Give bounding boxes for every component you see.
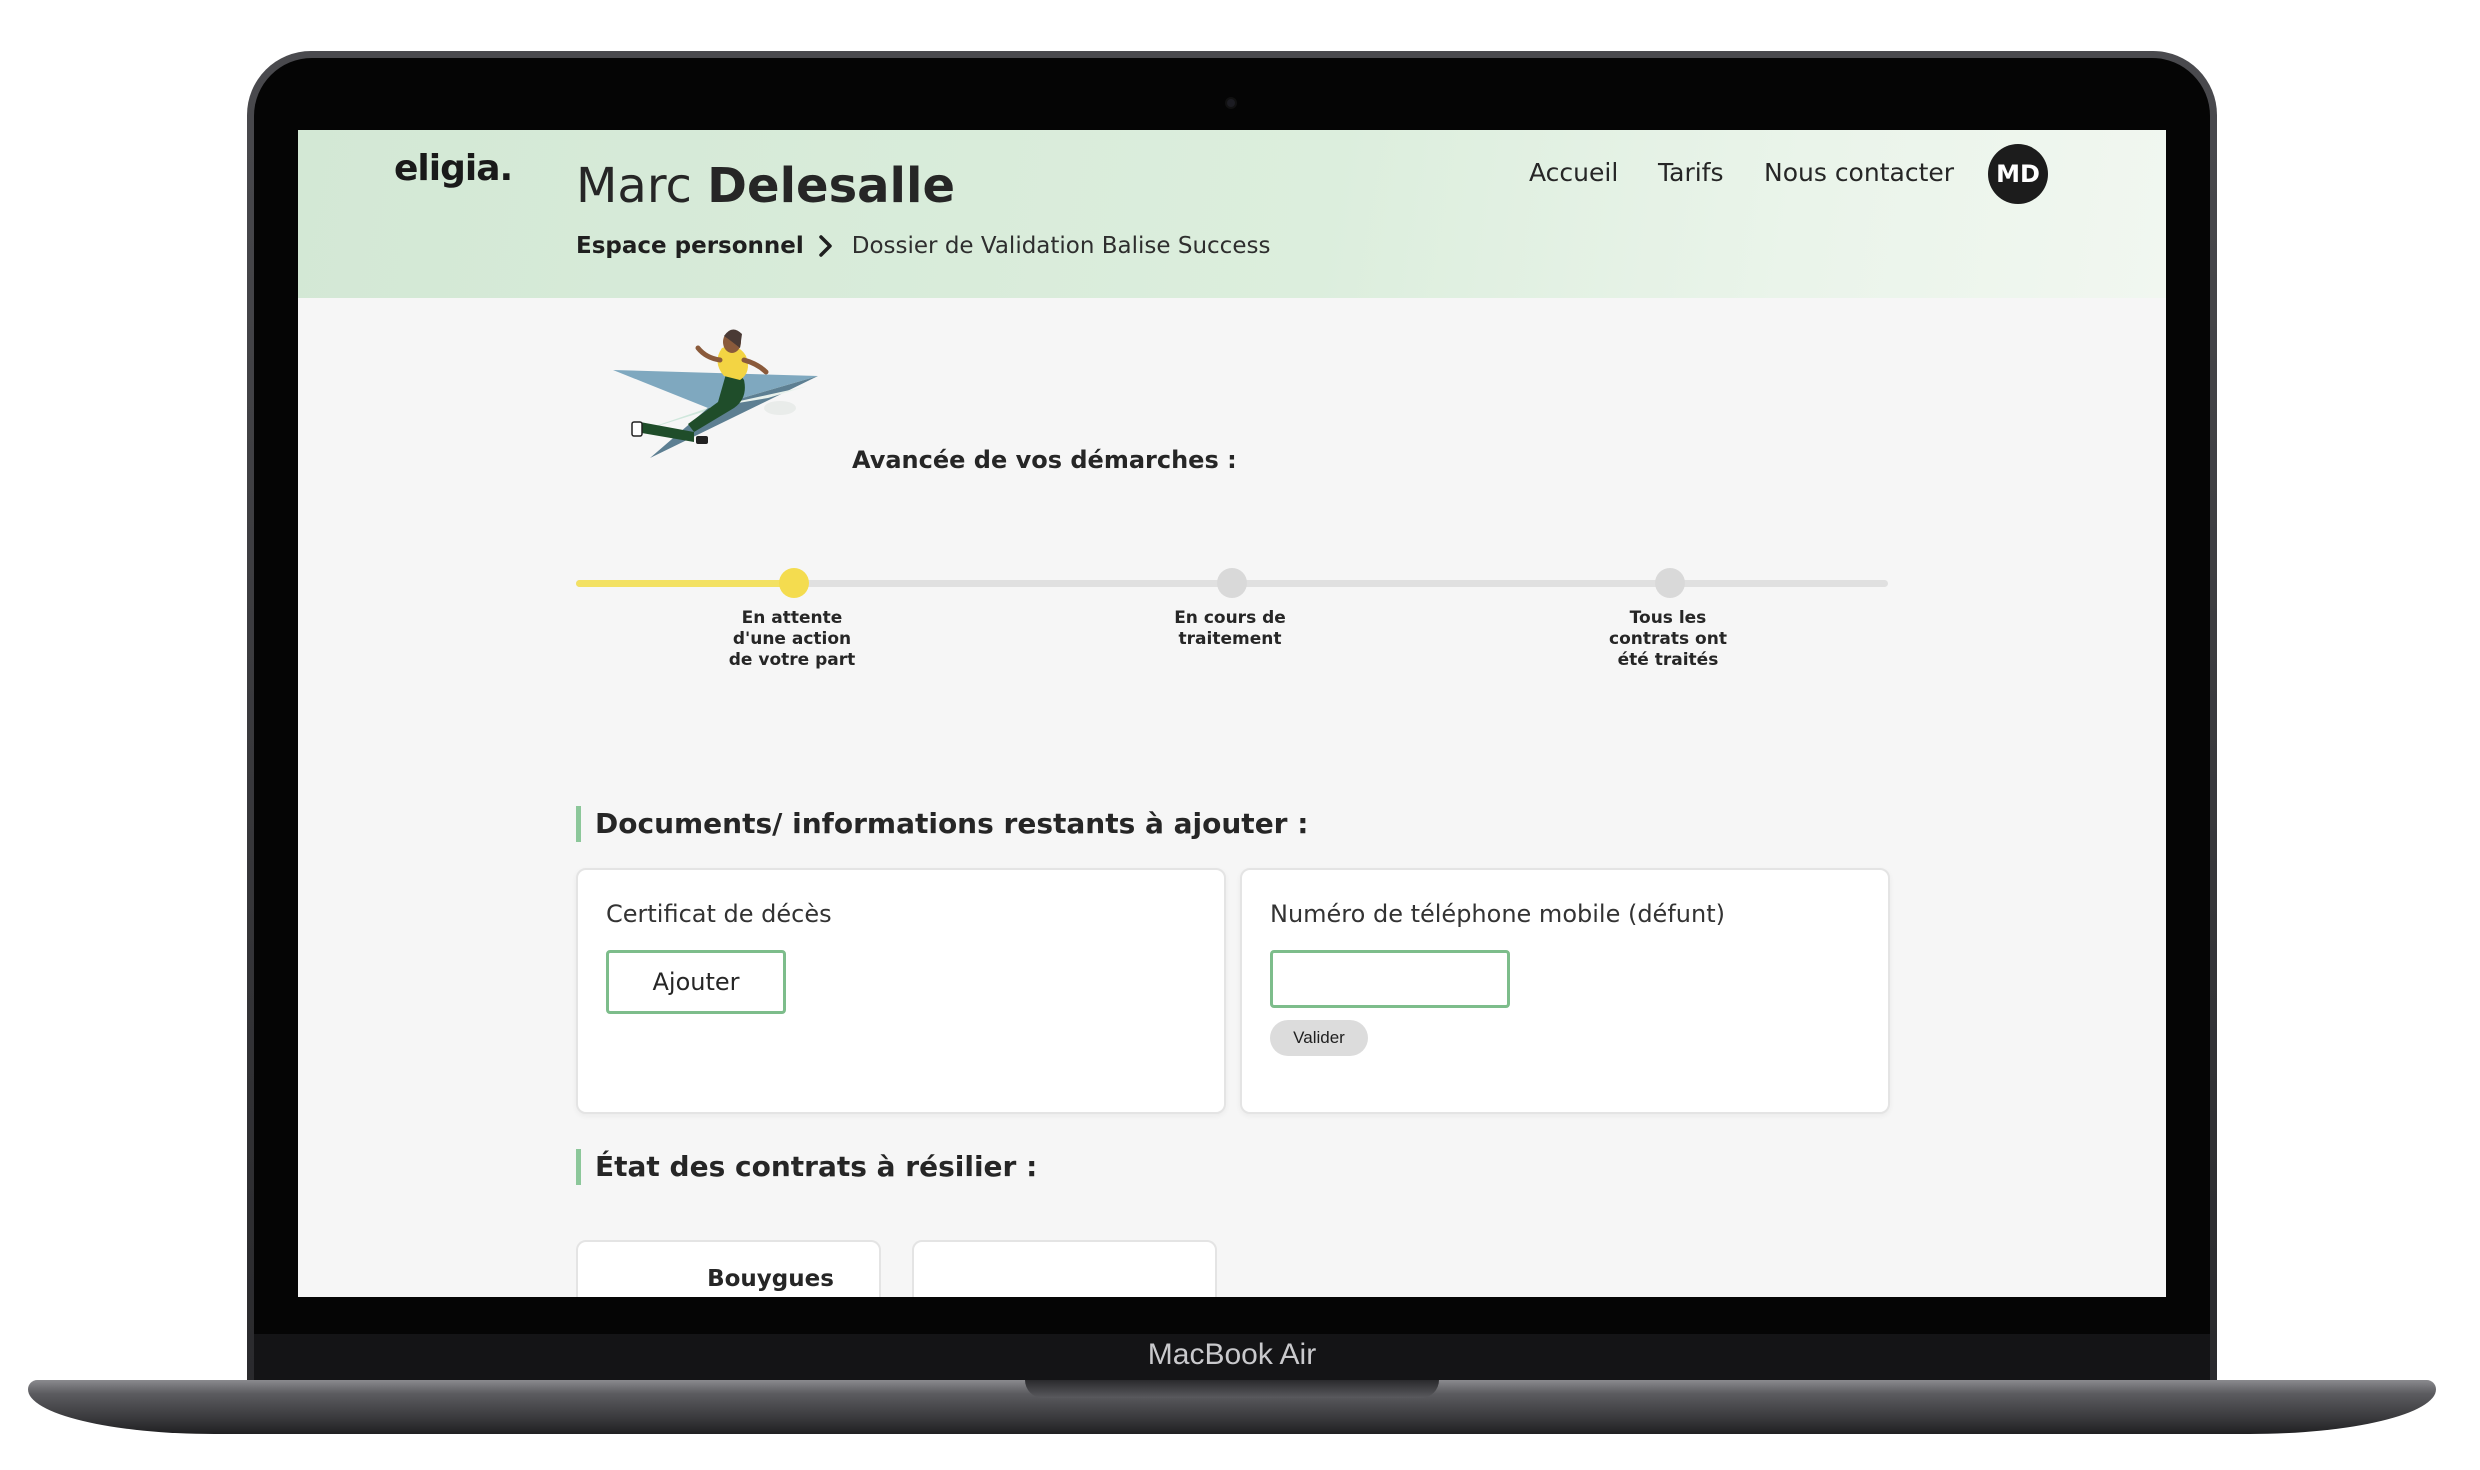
add-document-button[interactable]: Ajouter bbox=[606, 950, 786, 1014]
documents-section-title: Documents/ informations restants à ajout… bbox=[576, 806, 1308, 842]
phone-input[interactable] bbox=[1270, 950, 1510, 1008]
breadcrumb: Espace personnel Dossier de Validation B… bbox=[576, 233, 1270, 259]
step-label-1: En attente d'une action de votre part bbox=[728, 608, 856, 670]
contract-name: Bouygues bbox=[707, 1266, 834, 1292]
page-title: Marc Delesalle bbox=[576, 158, 955, 214]
step-label-2: En cours de traitement bbox=[1174, 608, 1286, 649]
document-label: Certificat de décès bbox=[606, 900, 832, 928]
screen: eligia. Marc Delesalle Espace personnel … bbox=[298, 130, 2166, 1297]
breadcrumb-current: Dossier de Validation Balise Success bbox=[851, 233, 1271, 259]
step-dot-1 bbox=[779, 568, 809, 598]
step-dot-2 bbox=[1217, 568, 1247, 598]
user-last-name: Delesalle bbox=[707, 158, 955, 214]
avatar[interactable]: MD bbox=[1988, 144, 2048, 204]
nav-link-accueil[interactable]: Accueil bbox=[1529, 158, 1618, 187]
document-card-phone: Numéro de téléphone mobile (défunt) Vali… bbox=[1240, 868, 1890, 1114]
contracts-section-title: État des contrats à résilier : bbox=[576, 1149, 1037, 1185]
progress-fill bbox=[576, 580, 796, 587]
step-label-3: Tous les contrats ont été traités bbox=[1609, 608, 1727, 670]
contract-card[interactable] bbox=[912, 1240, 1217, 1297]
chevron-right-icon bbox=[818, 234, 844, 258]
breadcrumb-home-link[interactable]: Espace personnel bbox=[576, 233, 804, 259]
device-brand-label: MacBook Air bbox=[1147, 1338, 1317, 1371]
contract-card[interactable]: Bouygues bbox=[576, 1240, 881, 1297]
progress-title: Avancée de vos démarches : bbox=[852, 446, 1237, 474]
laptop-hinge-notch bbox=[1025, 1380, 1439, 1398]
logo[interactable]: eligia. bbox=[394, 148, 513, 189]
nav-link-contact[interactable]: Nous contacter bbox=[1764, 158, 1954, 187]
validate-button[interactable]: Valider bbox=[1270, 1020, 1368, 1056]
step-dot-3 bbox=[1655, 568, 1685, 598]
document-card-certificat: Certificat de décès Ajouter bbox=[576, 868, 1226, 1114]
nav-link-tarifs[interactable]: Tarifs bbox=[1658, 158, 1724, 187]
page-header: eligia. Marc Delesalle Espace personnel … bbox=[298, 130, 2166, 298]
camera-icon bbox=[1225, 97, 1237, 109]
user-first-name: Marc bbox=[576, 158, 692, 214]
paper-plane-illustration bbox=[613, 329, 818, 458]
phone-field-label: Numéro de téléphone mobile (défunt) bbox=[1270, 900, 1725, 928]
